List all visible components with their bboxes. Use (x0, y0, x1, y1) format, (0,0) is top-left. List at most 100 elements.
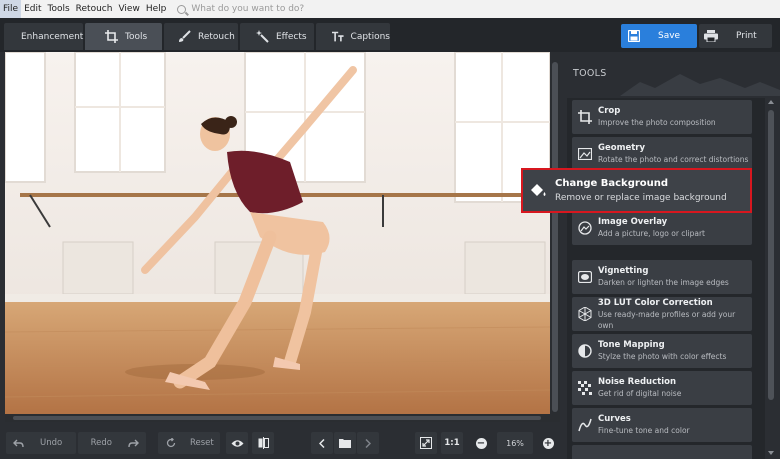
text-icon (332, 31, 344, 42)
tool-geometry[interactable]: Geometry Rotate the photo and correct dis… (572, 137, 752, 171)
menu-bar: File Edit Tools Retouch View Help What d… (0, 0, 780, 18)
reset-icon (166, 438, 176, 448)
search-placeholder[interactable]: What do you want to do? (191, 4, 304, 14)
tools-scrollbar[interactable] (766, 98, 776, 459)
zoom-in-button[interactable]: + (537, 432, 559, 454)
scroll-up-arrow-icon[interactable] (768, 100, 774, 104)
actual-size-label: 1:1 (444, 438, 460, 448)
geometry-icon (578, 148, 592, 160)
search-icon (177, 4, 187, 14)
tool-next-partial[interactable] (572, 445, 752, 459)
tool-geometry-name: Geometry (598, 143, 645, 153)
tab-captions-label: Captions (350, 31, 390, 42)
tool-change-background[interactable]: Change Background Remove or replace imag… (521, 168, 752, 213)
crop-icon (105, 30, 118, 43)
tab-tools-label: Tools (125, 31, 148, 42)
undo-arrow-icon (13, 439, 24, 447)
tab-effects-label: Effects (276, 31, 307, 42)
command-search[interactable]: What do you want to do? (177, 4, 304, 14)
menu-view[interactable]: View (115, 0, 142, 18)
reset-label: Reset (190, 438, 214, 448)
print-button[interactable]: Print (699, 24, 772, 48)
noise-icon (578, 381, 592, 395)
bottom-bar: Undo Redo Reset 1:1 − 16% + (0, 422, 560, 459)
chevron-right-icon (365, 438, 371, 448)
menu-retouch[interactable]: Retouch (73, 0, 116, 18)
tool-3d-lut-desc: Use ready-made profiles or add your own (597, 309, 736, 330)
tool-list: Crop Improve the photo composition Geomet… (567, 98, 765, 459)
menu-tools[interactable]: Tools (45, 0, 73, 18)
print-label: Print (736, 31, 757, 41)
tool-crop-name: Crop (598, 106, 621, 116)
fit-to-screen-button[interactable] (415, 432, 437, 454)
tone-mapping-icon (578, 344, 592, 358)
tool-change-background-desc: Remove or replace image background (555, 192, 727, 203)
tab-captions[interactable]: Captions (316, 23, 390, 50)
canvas-vertical-scrollbar[interactable] (550, 52, 560, 422)
undo-button[interactable]: Undo (6, 432, 76, 454)
redo-arrow-icon (128, 439, 139, 447)
tool-vignetting-desc: Darken or lighten the image edges (598, 278, 729, 287)
tool-curves[interactable]: Curves Fine-tune tone and color (572, 408, 752, 442)
chevron-left-icon (319, 438, 325, 448)
redo-label: Redo (90, 438, 112, 448)
tab-enhancement-label: Enhancement (21, 31, 84, 42)
compare-button[interactable] (252, 432, 274, 454)
menu-help[interactable]: Help (143, 0, 170, 18)
tab-tools[interactable]: Tools (85, 23, 162, 50)
paint-bucket-icon (531, 184, 546, 196)
compare-icon (258, 437, 269, 449)
save-label: Save (658, 31, 681, 41)
tab-retouch-label: Retouch (198, 31, 235, 42)
floppy-disk-icon (628, 30, 640, 42)
plus-icon: + (542, 437, 554, 449)
tool-noise-reduction-desc: Get rid of digital noise (598, 389, 682, 398)
reset-button[interactable]: Reset (158, 432, 220, 454)
lut-cube-icon (578, 307, 592, 321)
minus-icon: − (475, 437, 487, 449)
tool-image-overlay-name: Image Overlay (598, 217, 668, 227)
tool-crop[interactable]: Crop Improve the photo composition (572, 100, 752, 134)
tool-image-overlay[interactable]: Image Overlay Add a picture, logo or clip… (572, 211, 752, 245)
open-folder-button[interactable] (334, 432, 356, 454)
scroll-down-arrow-icon[interactable] (768, 451, 774, 455)
tool-image-overlay-desc: Add a picture, logo or clipart (598, 229, 705, 238)
save-button[interactable]: Save (621, 24, 697, 48)
actual-size-button[interactable]: 1:1 (441, 432, 463, 454)
tool-vignetting-name: Vignetting (598, 266, 649, 276)
menu-edit[interactable]: Edit (21, 0, 44, 18)
previous-photo-button[interactable] (311, 432, 333, 454)
tool-noise-reduction[interactable]: Noise Reduction Get rid of digital noise (572, 371, 752, 405)
vignette-icon (578, 271, 592, 283)
preview-toggle-button[interactable] (226, 432, 248, 454)
tool-curves-name: Curves (598, 414, 631, 424)
eye-icon (231, 439, 243, 447)
crop-icon (578, 110, 592, 124)
photo-image (5, 52, 550, 414)
tool-crop-desc: Improve the photo composition (598, 118, 716, 127)
magic-wand-icon (256, 30, 269, 43)
printer-icon (704, 30, 718, 42)
tool-3d-lut-name: 3D LUT Color Correction (597, 297, 713, 308)
zoom-out-button[interactable]: − (470, 432, 492, 454)
tool-change-background-name: Change Background (555, 177, 669, 189)
tab-retouch[interactable]: Retouch (164, 23, 238, 50)
fit-screen-icon (420, 437, 432, 449)
tool-tone-mapping[interactable]: Tone Mapping Stylze the photo with color … (572, 334, 752, 368)
menu-file[interactable]: File (0, 0, 22, 18)
overlay-icon (578, 221, 592, 235)
curves-icon (578, 418, 592, 432)
tool-3d-lut[interactable]: 3D LUT Color Correction Use ready-made pr… (572, 297, 752, 331)
scroll-thumb[interactable] (768, 110, 774, 400)
zoom-level-field[interactable]: 16% (497, 432, 533, 454)
tool-vignetting[interactable]: Vignetting Darken or lighten the image ed… (572, 260, 752, 294)
canvas-horizontal-scrollbar[interactable] (5, 414, 550, 422)
tab-effects[interactable]: Effects (240, 23, 314, 50)
tab-enhancement[interactable]: Enhancement (4, 23, 83, 50)
next-photo-button[interactable] (357, 432, 379, 454)
folder-icon (339, 439, 351, 448)
tool-geometry-desc: Rotate the photo and correct distortions (598, 155, 749, 164)
photo-canvas[interactable] (5, 52, 560, 422)
tool-noise-reduction-name: Noise Reduction (598, 377, 677, 387)
redo-button[interactable]: Redo (78, 432, 146, 454)
